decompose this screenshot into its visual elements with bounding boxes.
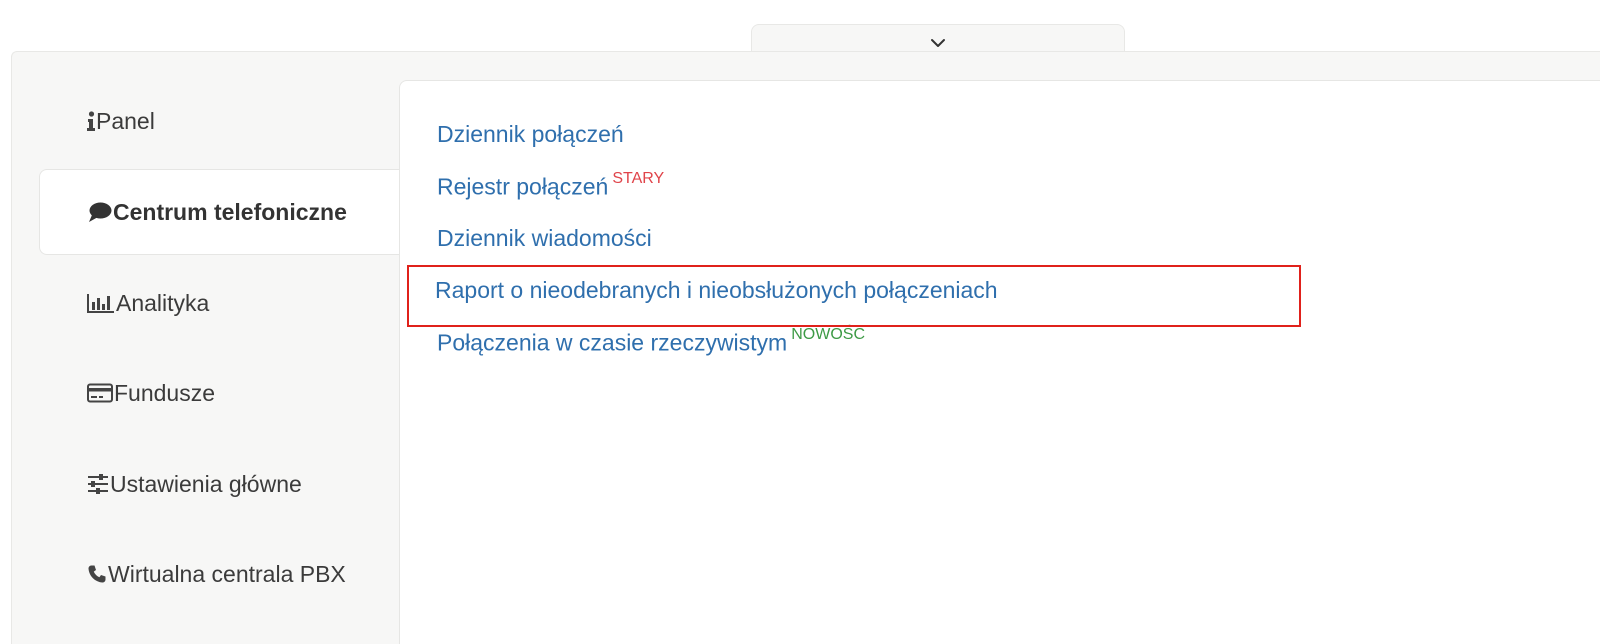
sidebar-item-fundusze[interactable]: Fundusze — [39, 350, 399, 436]
link-dziennik-wiadomosci[interactable]: Dziennik wiadomości — [437, 225, 652, 252]
sidebar-item-centrum-telefoniczne[interactable]: Centrum telefoniczne — [39, 169, 399, 255]
sidebar-item-label: Ustawienia główne — [110, 470, 302, 497]
link-label: Rejestr połączeń — [437, 173, 609, 200]
sidebar-item-analityka[interactable]: Analityka — [39, 260, 399, 346]
status-badge-old: STARY — [612, 170, 665, 187]
sidebar-item-label: Centrum telefoniczne — [113, 198, 347, 225]
link-raport-nieodebranych[interactable]: Raport o nieodebranych i nieobsłużonych … — [435, 277, 998, 304]
link-rejestr-polaczen[interactable]: Rejestr połączeń STARY — [437, 170, 665, 201]
sliders-icon — [87, 474, 109, 494]
sidebar-item-ustawienia-glowne[interactable]: Ustawienia główne — [39, 441, 399, 527]
link-label: Dziennik połączeń — [437, 121, 624, 147]
sidebar-item-label: Fundusze — [114, 379, 216, 406]
phone-icon — [87, 564, 107, 584]
sidebar-item-label: Analityka — [116, 289, 210, 316]
chevron-down-icon — [931, 38, 945, 47]
link-polaczenia-w-czasie-rzeczywistym[interactable]: Połączenia w czasie rzeczywistym NOWOŚĆ — [437, 326, 865, 357]
sidebar-item-label: Panel — [96, 107, 155, 134]
bar-chart-icon — [87, 293, 115, 313]
link-label: Dziennik wiadomości — [437, 225, 652, 251]
link-label: Połączenia w czasie rzeczywistym — [437, 329, 788, 356]
link-dziennik-polaczen[interactable]: Dziennik połączeń — [437, 121, 624, 148]
link-label: Raport o nieodebranych i nieobsłużonych … — [435, 277, 998, 303]
credit-card-icon — [87, 383, 113, 403]
sidebar-item-panel[interactable]: Panel — [39, 78, 399, 164]
sidebar-item-wirtualna-centrala-pbx[interactable]: Wirtualna centrala PBX — [39, 531, 399, 617]
status-badge-new: NOWOŚĆ — [791, 326, 865, 343]
sidebar-item-label: Wirtualna centrala PBX — [108, 560, 346, 587]
content-area — [399, 80, 1600, 644]
info-icon — [87, 111, 95, 131]
chat-bubble-icon — [88, 201, 112, 223]
